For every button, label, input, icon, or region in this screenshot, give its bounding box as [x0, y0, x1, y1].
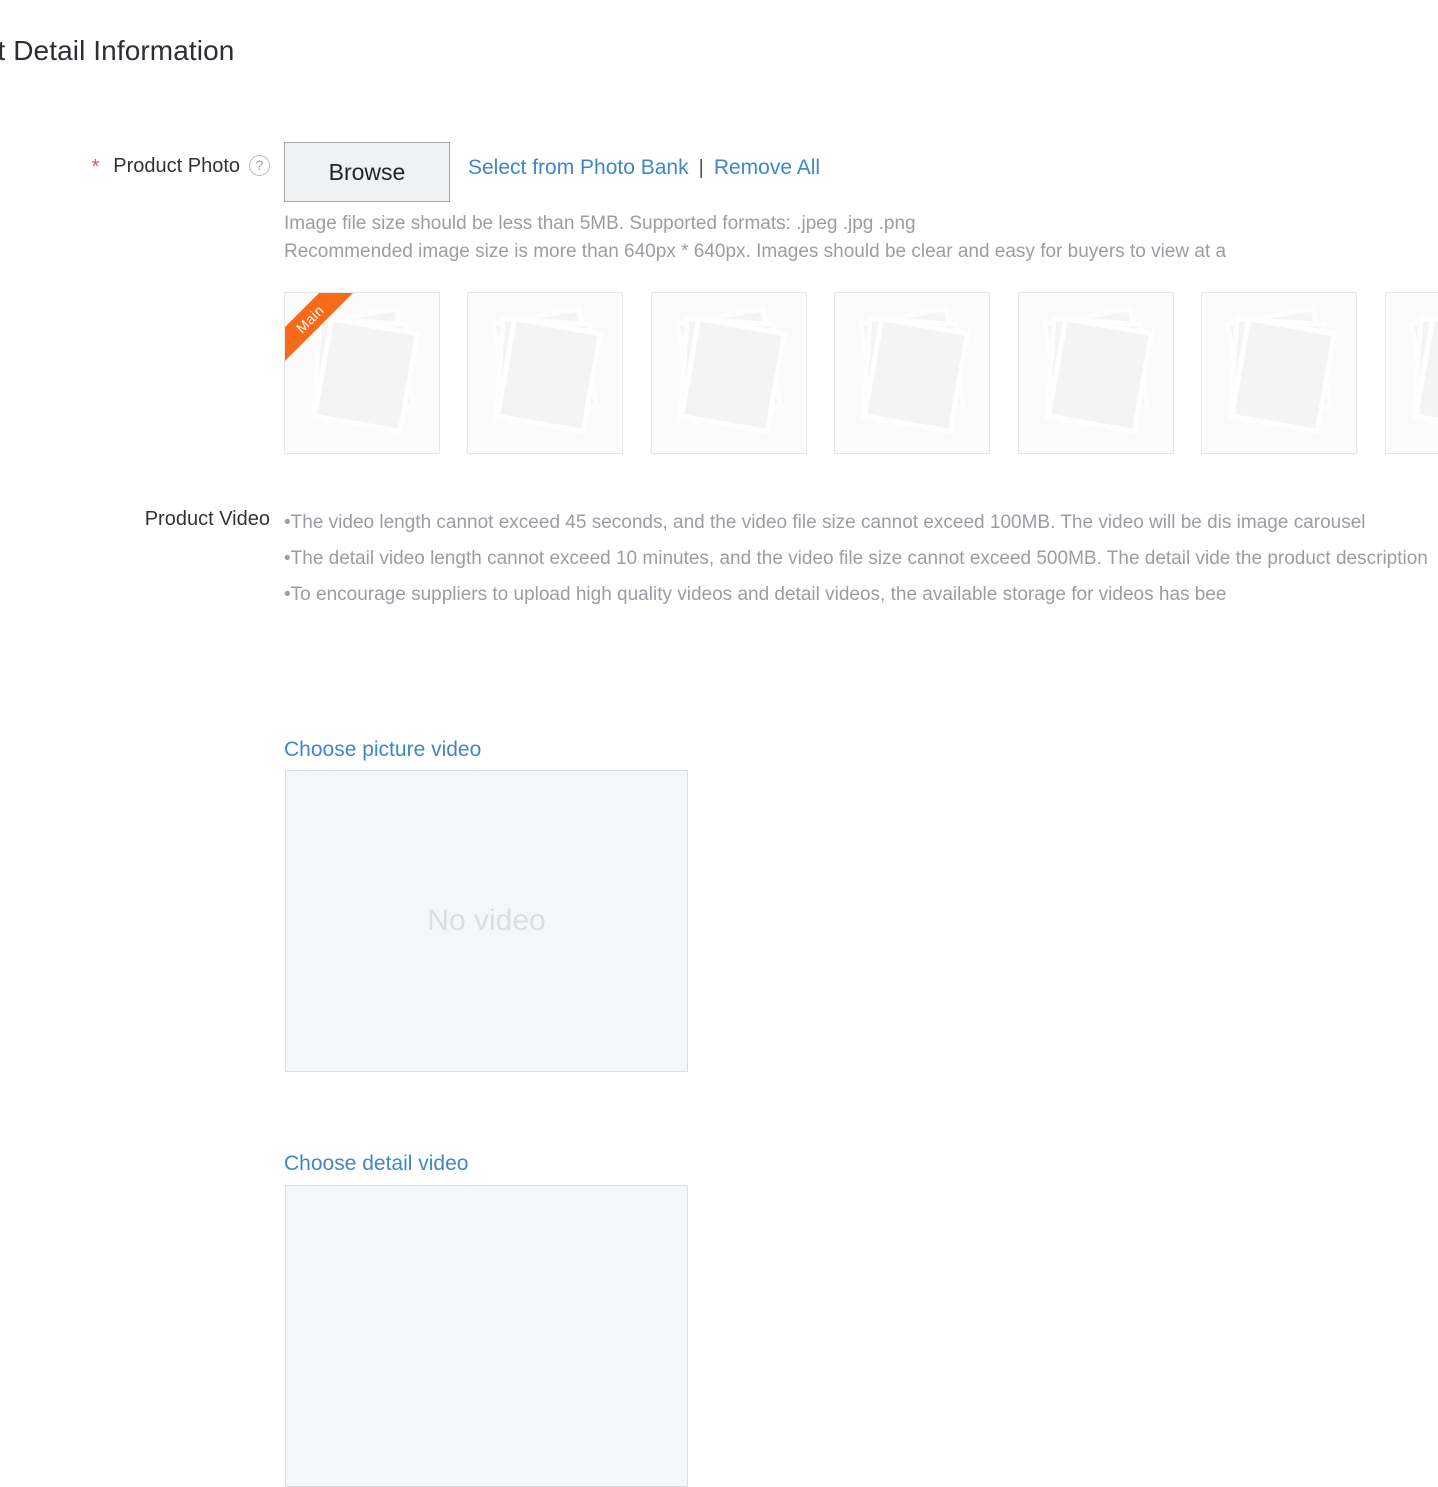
photo-thumbnail-strip: Main [284, 292, 1438, 457]
link-separator: | [698, 157, 704, 179]
required-asterisk-icon: * [91, 156, 100, 178]
photo-actions: Select from Photo Bank | Remove All [468, 156, 820, 180]
image-placeholder-icon [1041, 305, 1173, 453]
select-from-photo-bank-link[interactable]: Select from Photo Bank [468, 156, 689, 179]
product-photo-label-text: Product Photo [113, 155, 240, 177]
video-note: •The video length cannot exceed 45 secon… [284, 512, 1366, 533]
photo-thumbnail[interactable] [1201, 292, 1358, 454]
photo-hint-line-2: Recommended image size is more than 640p… [284, 241, 1227, 262]
remove-all-link[interactable]: Remove All [714, 156, 820, 179]
question-mark-icon[interactable]: ? [249, 155, 270, 176]
photo-hint-line-1: Image file size should be less than 5MB.… [284, 213, 916, 234]
browse-button[interactable]: Browse [284, 142, 450, 202]
photo-thumbnail[interactable]: Main [284, 292, 440, 454]
product-photo-hints: Image file size should be less than 5MB.… [284, 210, 1226, 266]
detail-video-preview[interactable] [285, 1185, 688, 1487]
product-detail-information-page: duct Detail Information *Product Photo? … [0, 0, 1438, 1487]
image-placeholder-icon [1224, 305, 1356, 453]
choose-detail-video-link[interactable]: Choose detail video [284, 1152, 468, 1176]
product-video-label: Product Video [144, 508, 270, 530]
image-placeholder-icon [858, 305, 989, 453]
picture-video-preview[interactable]: No video [285, 770, 688, 1072]
image-placeholder-icon [307, 305, 439, 453]
choose-picture-video-link[interactable]: Choose picture video [284, 738, 481, 762]
image-placeholder-icon [491, 305, 622, 453]
photo-thumbnail[interactable] [1384, 292, 1438, 454]
photo-thumbnail[interactable] [834, 292, 991, 454]
video-note: •To encourage suppliers to upload high q… [284, 584, 1227, 605]
page-title: duct Detail Information [0, 35, 235, 66]
picture-video-empty-text: No video [427, 904, 546, 937]
photo-thumbnail[interactable] [1017, 292, 1174, 454]
video-note: •The detail video length cannot exceed 1… [284, 548, 1428, 569]
photo-thumbnail[interactable] [467, 292, 624, 454]
product-photo-label: * Product Photo? [0, 155, 270, 179]
photo-thumbnail[interactable] [650, 292, 807, 454]
image-placeholder-icon [674, 305, 806, 453]
product-video-notes: •The video length cannot exceed 45 secon… [284, 505, 1438, 613]
